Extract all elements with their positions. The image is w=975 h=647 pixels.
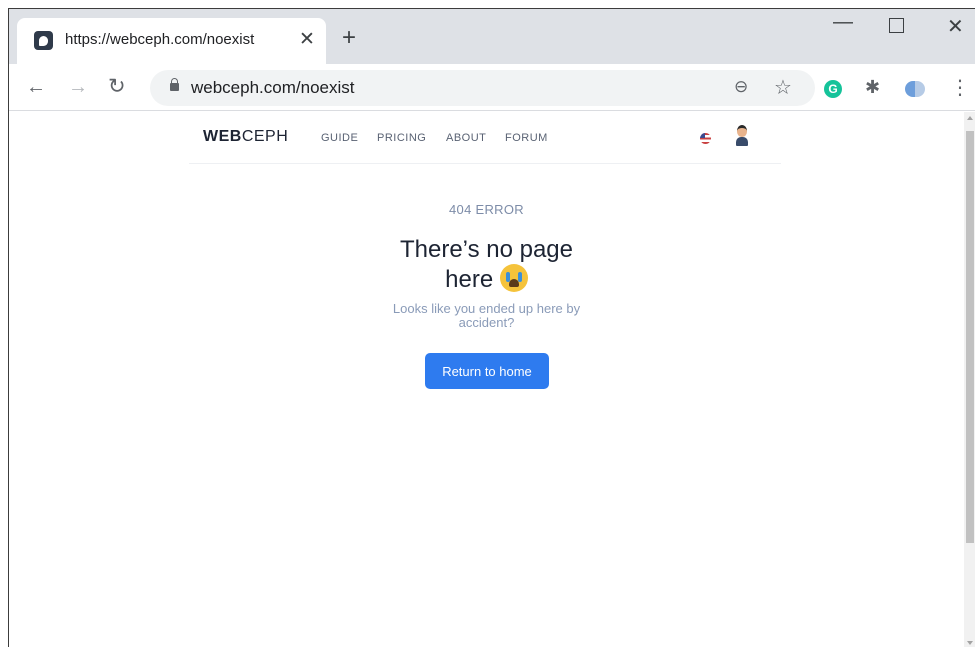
window-close-icon[interactable]: ✕ xyxy=(947,14,964,39)
shield-extension-icon[interactable] xyxy=(905,81,925,97)
extensions-puzzle-icon[interactable]: ✱ xyxy=(865,77,880,98)
nav-about-link[interactable]: ABOUT xyxy=(446,132,486,144)
lock-icon[interactable] xyxy=(170,78,179,91)
browser-menu-icon[interactable]: ⋮ xyxy=(950,75,970,100)
error-headline: There’s no page here xyxy=(9,235,964,294)
webceph-favicon-icon xyxy=(34,31,53,50)
browser-tab[interactable]: https://webceph.com/noexist ✕ xyxy=(17,18,326,64)
bookmark-star-icon[interactable]: ☆ xyxy=(774,75,792,100)
scroll-down-icon[interactable] xyxy=(967,641,973,645)
nav-pricing-link[interactable]: PRICING xyxy=(377,132,426,144)
url-text[interactable]: webceph.com/noexist xyxy=(191,78,354,98)
crying-face-icon xyxy=(499,264,528,292)
logo-light-text: CEPH xyxy=(241,128,289,145)
subtitle-line-2: accident? xyxy=(458,315,515,330)
tab-strip: https://webceph.com/noexist ✕ + — ✕ xyxy=(9,9,975,64)
headline-line-1: There’s no page xyxy=(399,236,573,263)
maximize-icon[interactable] xyxy=(889,18,904,33)
new-tab-icon[interactable]: + xyxy=(342,26,356,50)
scroll-thumb[interactable] xyxy=(966,131,974,543)
browser-toolbar: ← → ↻ webceph.com/noexist ⊖ ☆ G ✱ ⋮ xyxy=(9,64,975,111)
user-avatar-icon[interactable] xyxy=(735,125,749,147)
tab-close-icon[interactable]: ✕ xyxy=(299,28,315,52)
error-subtitle: Looks like you ended up here by accident… xyxy=(9,302,964,330)
page-viewport: WEBCEPH GUIDE PRICING ABOUT FORUM 404 ER… xyxy=(9,112,975,647)
logo-bold-text: WEB xyxy=(203,128,242,145)
return-home-button[interactable]: Return to home xyxy=(425,353,549,389)
tab-title: https://webceph.com/noexist xyxy=(65,31,255,48)
address-bar[interactable]: webceph.com/noexist ⊖ ☆ xyxy=(150,70,815,106)
zoom-out-icon[interactable]: ⊖ xyxy=(734,77,748,97)
minimize-icon[interactable]: — xyxy=(833,11,853,34)
page-scrollbar[interactable] xyxy=(964,112,975,647)
forward-arrow-icon[interactable]: → xyxy=(68,75,88,99)
nav-guide-link[interactable]: GUIDE xyxy=(321,132,358,144)
nav-forum-link[interactable]: FORUM xyxy=(505,132,548,144)
reload-icon[interactable]: ↻ xyxy=(108,75,126,99)
webceph-logo[interactable]: WEBCEPH xyxy=(203,128,288,146)
scroll-up-icon[interactable] xyxy=(967,116,973,120)
language-flag-icon[interactable] xyxy=(700,133,711,144)
browser-window: https://webceph.com/noexist ✕ + — ✕ ← → … xyxy=(8,8,975,647)
subtitle-line-1: Looks like you ended up here by xyxy=(392,301,581,316)
grammarly-extension-icon[interactable]: G xyxy=(824,80,842,98)
back-arrow-icon[interactable]: ← xyxy=(26,75,46,99)
site-navbar: WEBCEPH GUIDE PRICING ABOUT FORUM xyxy=(189,112,781,164)
headline-line-2: here xyxy=(9,264,964,294)
error-code-label: 404 ERROR xyxy=(449,202,524,217)
headline-here-text: here xyxy=(445,266,494,293)
